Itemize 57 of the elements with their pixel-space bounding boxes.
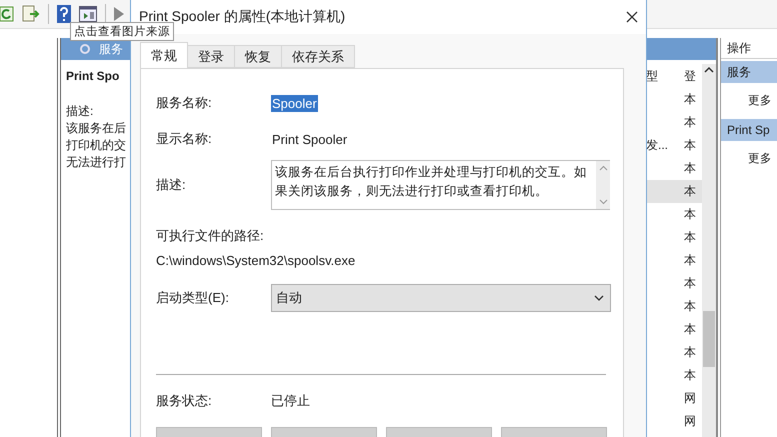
table-cell-text: 本 [684, 91, 697, 108]
field-label: 服务名称: [156, 94, 213, 112]
action-item[interactable]: 更多 [721, 141, 777, 175]
table-cell-text: 网 [684, 390, 697, 407]
export-icon[interactable] [22, 5, 40, 23]
table-cell-text: 本 [684, 252, 697, 269]
table-cell-text: 本 [684, 206, 697, 223]
description-text: 该服务在后 [66, 120, 127, 137]
status-value: 已停止 [271, 392, 310, 410]
service-name-value: Spooler [271, 94, 318, 112]
refresh-icon[interactable] [0, 6, 14, 22]
table-cell-text: 本 [684, 183, 697, 200]
actions-section[interactable]: 服务 [721, 61, 777, 83]
scroll-down-icon [598, 199, 608, 205]
service-title: Print Spo [66, 68, 120, 85]
tab[interactable]: 依存关系 [281, 45, 355, 68]
field-label: 显示名称: [156, 130, 213, 148]
table-cell-text: 发... [645, 137, 670, 154]
tooltip: 点击查看图片来源 [70, 22, 174, 41]
table-cell-text: 本 [684, 367, 697, 384]
field-label: 服务状态: [156, 392, 213, 410]
description-text: 无法进行打 [66, 154, 127, 171]
table-cell-text: 本 [684, 229, 697, 246]
actions-header: 操作 [721, 38, 777, 59]
tab[interactable]: 登录 [187, 45, 235, 68]
actions-section[interactable]: Print Sp [721, 119, 777, 141]
close-icon[interactable] [626, 11, 638, 23]
table-cell-text: 网 [684, 413, 697, 430]
table-cell-text: 本 [684, 160, 697, 177]
column-header[interactable]: 型 [644, 68, 684, 84]
tab[interactable]: 常规 [140, 42, 188, 68]
scrollbar-thumb[interactable] [703, 311, 715, 367]
field-label: 描述: [156, 176, 187, 194]
description-field[interactable]: 该服务在后台执行打印作业并处理与打印机的交互。如果关闭该服务，则无法进行打印或查看打印机。 [271, 160, 610, 210]
scroll-up-icon [598, 165, 608, 171]
table-cell-text: 本 [684, 321, 697, 338]
table-cell-text: 本 [684, 114, 697, 131]
path-value: C:\windows\System32\spoolsv.exe [156, 253, 356, 268]
tab[interactable]: 恢复 [234, 45, 282, 68]
field-label: 可执行文件的路径: [156, 227, 265, 245]
table-cell-text: 本 [684, 275, 697, 292]
startup-type-dropdown[interactable]: 自动 [271, 284, 611, 312]
description-label: 描述: [66, 103, 94, 120]
display-name-value: Print Spooler [271, 130, 348, 148]
action-item[interactable]: 更多 [721, 83, 777, 117]
column-header[interactable]: 登 [684, 68, 702, 84]
field-label: 启动类型(E): [156, 289, 230, 307]
table-cell-text: 本 [684, 344, 697, 361]
header-title: 服务 [99, 40, 123, 58]
description-text: 打印机的交 [66, 137, 127, 154]
help-icon[interactable] [57, 5, 71, 23]
properties-icon[interactable] [79, 6, 97, 22]
play-icon[interactable] [114, 7, 124, 21]
table-cell-text: 本 [684, 137, 697, 154]
table-cell-text: 本 [684, 298, 697, 315]
scrollbar[interactable] [702, 64, 716, 437]
chevron-down-icon [594, 295, 604, 301]
